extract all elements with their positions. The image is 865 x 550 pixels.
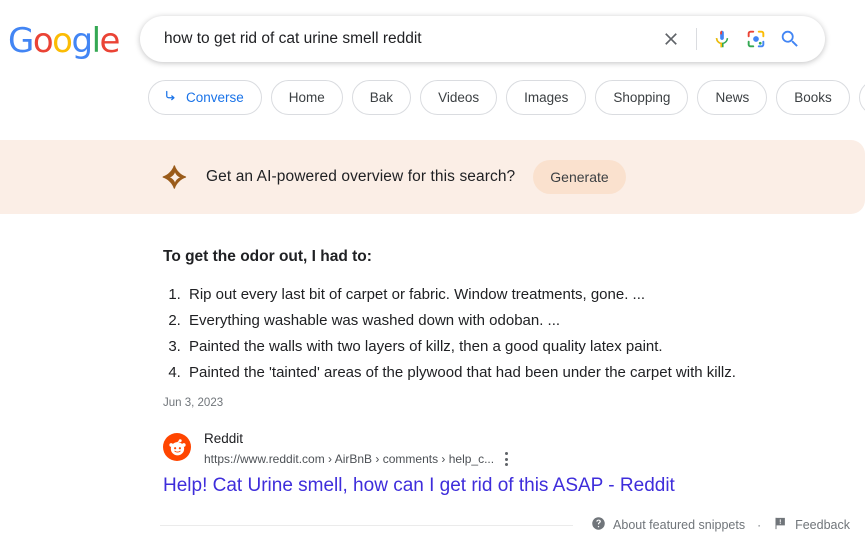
reddit-favicon (163, 433, 191, 461)
ai-sparkle-icon (162, 164, 188, 190)
tab-videos[interactable]: Videos (420, 80, 498, 115)
about-featured-snippets-link[interactable]: About featured snippets (591, 516, 745, 534)
site-url: https://www.reddit.com › AirBnB › commen… (204, 452, 495, 466)
clear-search-button[interactable] (654, 22, 688, 56)
footer-separator: · (757, 518, 762, 532)
snippet-list: Rip out every last bit of carpet or fabr… (163, 282, 803, 385)
logo-letter-l: l (91, 21, 101, 61)
help-circle-icon (591, 516, 606, 534)
logo-letter-e: e (99, 21, 121, 61)
flag-feedback-icon (773, 516, 788, 534)
tab-images[interactable]: Images (506, 80, 587, 115)
result-options-icon[interactable] (502, 448, 511, 470)
voice-search-icon[interactable] (705, 22, 739, 56)
turn-right-arrow-icon (163, 89, 178, 107)
snippet-list-item: Painted the 'tainted' areas of the plywo… (185, 360, 803, 385)
google-logo[interactable]: Google (8, 21, 121, 61)
search-bar-icons (654, 22, 825, 56)
logo-letter-o2: o (52, 21, 73, 61)
tab-label: Converse (186, 90, 244, 105)
tab-label: Videos (438, 90, 480, 105)
result-source[interactable]: Reddit https://www.reddit.com › AirBnB ›… (163, 430, 511, 470)
tab-home[interactable]: Home (270, 80, 343, 115)
snippet-footer: About featured snippets · Feedback (160, 516, 850, 534)
logo-letter-g: g (71, 21, 93, 61)
snippet-heading: To get the odor out, I had to: (163, 248, 372, 265)
tab-label: Images (524, 90, 569, 105)
url-row: https://www.reddit.com › AirBnB › commen… (204, 448, 511, 470)
tab-shopping[interactable]: Shopping (595, 80, 689, 115)
tab-label: Books (794, 90, 832, 105)
tab-label: Shopping (613, 90, 671, 105)
snippet-list-item: Rip out every last bit of carpet or fabr… (185, 282, 803, 307)
featured-snippet: To get the odor out, I had to: Rip out e… (163, 248, 803, 409)
kebab-dot (505, 457, 509, 461)
kebab-dot (505, 463, 509, 466)
tab-books[interactable]: Books (776, 80, 850, 115)
tab-bak[interactable]: Bak (351, 80, 412, 115)
feedback-link[interactable]: Feedback (773, 516, 850, 534)
tab-label: Home (288, 90, 325, 105)
logo-letter-G: G (8, 21, 34, 61)
tab-news[interactable]: News (697, 80, 768, 115)
search-divider (696, 28, 697, 50)
search-bar (140, 16, 825, 62)
snippet-date: Jun 3, 2023 (163, 397, 224, 409)
search-input[interactable] (140, 18, 654, 60)
tab-label: News (715, 90, 750, 105)
search-filter-tabs: Converse Home Bak Videos Images Shopping… (148, 80, 865, 115)
ai-overview-banner: Get an AI-powered overview for this sear… (0, 140, 865, 214)
kebab-dot (505, 452, 509, 455)
page-header: Google (0, 0, 865, 78)
tab-maps[interactable]: Maps (858, 80, 865, 115)
about-label: About featured snippets (613, 518, 746, 532)
snippet-list-item: Everything washable was washed down with… (185, 308, 803, 333)
google-lens-icon[interactable] (739, 22, 773, 56)
logo-letter-o1: o (32, 21, 54, 61)
tab-label: Bak (369, 90, 394, 105)
result-title-link[interactable]: Help! Cat Urine smell, how can I get rid… (163, 473, 675, 499)
snippet-list-item: Painted the walls with two layers of kil… (185, 334, 803, 359)
ai-banner-text: Get an AI-powered overview for this sear… (206, 168, 516, 185)
site-name: Reddit (204, 431, 244, 446)
tab-converse[interactable]: Converse (148, 80, 262, 115)
source-text: Reddit https://www.reddit.com › AirBnB ›… (204, 430, 511, 470)
search-submit-icon[interactable] (773, 22, 807, 56)
footer-divider (160, 524, 574, 526)
feedback-label: Feedback (795, 518, 850, 532)
google-search-results-page: Google how to get rid of cat urine smell… (0, 0, 865, 550)
generate-button[interactable]: Generate (533, 160, 626, 194)
